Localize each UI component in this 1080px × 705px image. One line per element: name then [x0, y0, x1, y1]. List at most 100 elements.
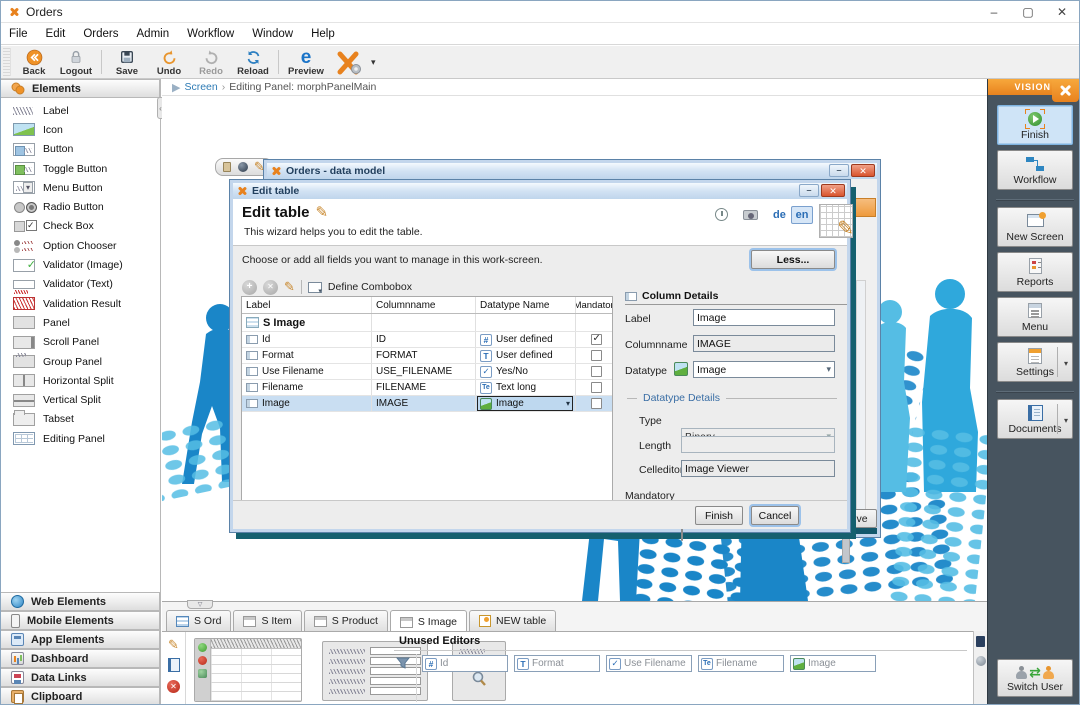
element-scroll-panel[interactable]: Scroll Panel: [1, 333, 160, 352]
editor-chip-use-filename[interactable]: ✓Use Filename: [606, 655, 692, 672]
sphere-icon[interactable]: [976, 656, 986, 666]
edit-pencil-icon[interactable]: ✎: [168, 640, 179, 650]
cancel-button[interactable]: Cancel: [751, 506, 799, 525]
menu-workflow[interactable]: Workflow: [187, 28, 234, 40]
element-validation-result[interactable]: Validation Result: [1, 294, 160, 313]
mandatory-checkbox[interactable]: [591, 366, 602, 377]
trash-icon[interactable]: [223, 162, 231, 172]
menu-file[interactable]: File: [9, 28, 28, 40]
minimize-button[interactable]: –: [829, 164, 849, 177]
minimize-button[interactable]: –: [977, 1, 1011, 23]
close-button[interactable]: ✕: [821, 184, 845, 197]
sphere-icon[interactable]: [238, 162, 248, 172]
element-panel[interactable]: Panel: [1, 313, 160, 332]
visionx-logo-tab[interactable]: [1052, 79, 1079, 102]
editor-chip-id[interactable]: #Id: [422, 655, 508, 672]
visionx-logo-button[interactable]: [329, 46, 369, 78]
element-check-box[interactable]: Check Box: [1, 217, 160, 236]
datatype-dropdown-editor[interactable]: Image ▾: [477, 396, 573, 411]
elements-panel-header[interactable]: Elements: [1, 79, 160, 98]
table-row[interactable]: Id ID #User defined: [242, 332, 612, 348]
element-menu-button[interactable]: Menu Button: [1, 178, 160, 197]
element-tabset[interactable]: Tabset: [1, 410, 160, 429]
settings-button[interactable]: Settings: [997, 342, 1073, 382]
table-widget-thumbnail[interactable]: [194, 638, 302, 702]
book-icon[interactable]: [976, 636, 985, 647]
menu-window[interactable]: Window: [252, 28, 293, 40]
datatype-select[interactable]: Image: [693, 361, 835, 378]
minimize-button[interactable]: –: [799, 184, 819, 197]
partially-hidden-button[interactable]: ve: [847, 509, 877, 528]
save-button[interactable]: Save: [106, 46, 148, 78]
remove-row-button[interactable]: ✕: [263, 280, 278, 295]
menu-edit[interactable]: Edit: [46, 28, 66, 40]
element-horizontal-split[interactable]: Horizontal Split: [1, 371, 160, 390]
element-vertical-split[interactable]: Vertical Split: [1, 390, 160, 409]
mandatory-checkbox[interactable]: [591, 334, 602, 345]
element-radio-button[interactable]: Radio Button: [1, 197, 160, 216]
tab-new-table[interactable]: NEW table: [469, 610, 556, 631]
mandatory-checkbox[interactable]: [591, 350, 602, 361]
accordion-web-elements[interactable]: Web Elements: [1, 592, 160, 611]
back-button[interactable]: Back: [13, 46, 55, 78]
editor-chip-image[interactable]: Image: [790, 655, 876, 672]
mandatory-checkbox[interactable]: [591, 382, 602, 393]
table-row[interactable]: Format FORMAT TUser defined: [242, 348, 612, 364]
edit-row-icon[interactable]: ✎: [284, 282, 295, 292]
scrollbar-track[interactable]: [856, 280, 866, 530]
data-model-titlebar[interactable]: Orders - data model – ✕: [267, 163, 877, 179]
element-option-chooser[interactable]: Option Chooser: [1, 236, 160, 255]
filter-funnel-icon[interactable]: [396, 656, 410, 670]
panel-collapse-handle[interactable]: ▽: [187, 600, 213, 609]
logout-button[interactable]: Logout: [55, 46, 97, 78]
breadcrumb-screen-link[interactable]: Screen: [184, 81, 217, 93]
maximize-button[interactable]: ▢: [1011, 1, 1045, 23]
workflow-button[interactable]: Workflow: [997, 150, 1073, 190]
new-screen-button[interactable]: New Screen: [997, 207, 1073, 247]
menu-admin[interactable]: Admin: [137, 28, 170, 40]
accordion-clipboard[interactable]: Clipboard: [1, 687, 160, 705]
preview-button[interactable]: e Preview: [283, 46, 329, 78]
history-icon[interactable]: [715, 208, 728, 221]
accordion-data-links[interactable]: Data Links: [1, 668, 160, 687]
editor-chip-filename[interactable]: TeFilename: [698, 655, 784, 672]
tab-s-item[interactable]: S Item: [233, 610, 301, 631]
menu-orders[interactable]: Orders: [83, 28, 118, 40]
less-button[interactable]: Less...: [751, 250, 835, 269]
undo-button[interactable]: Undo: [148, 46, 190, 78]
language-en-button[interactable]: en: [791, 206, 813, 224]
reports-button[interactable]: Reports: [997, 252, 1073, 292]
tab-s-ord[interactable]: S Ord: [166, 610, 231, 631]
element-label[interactable]: Label: [1, 101, 160, 120]
element-icon[interactable]: Icon: [1, 120, 160, 139]
close-button[interactable]: ✕: [1045, 1, 1079, 23]
camera-icon[interactable]: [743, 210, 758, 220]
tab-s-image-active[interactable]: S Image: [390, 610, 467, 633]
finish-button[interactable]: Finish: [997, 105, 1073, 145]
element-editing-panel[interactable]: Editing Panel: [1, 429, 160, 448]
define-combobox-button[interactable]: Define Combobox: [328, 281, 412, 293]
close-button[interactable]: ✕: [851, 164, 875, 177]
toolbar-dropdown-caret[interactable]: ▾: [371, 57, 376, 68]
switch-user-button[interactable]: ⇄ Switch User: [997, 659, 1073, 697]
editor-chip-format[interactable]: TFormat: [514, 655, 600, 672]
table-row[interactable]: Use Filename USE_FILENAME ✓Yes/No: [242, 364, 612, 380]
element-validator-image[interactable]: Validator (Image): [1, 255, 160, 274]
column-details-header[interactable]: Column Details: [625, 290, 847, 305]
notebook-icon[interactable]: [168, 658, 180, 672]
finish-button[interactable]: Finish: [695, 506, 743, 525]
element-validator-text[interactable]: Validator (Text): [1, 275, 160, 294]
documents-button[interactable]: Documents: [997, 399, 1073, 439]
label-input[interactable]: [693, 309, 835, 326]
element-button[interactable]: Button: [1, 140, 160, 159]
reload-button[interactable]: Reload: [232, 46, 274, 78]
table-row[interactable]: Filename FILENAME TeText long: [242, 380, 612, 396]
dialog-titlebar[interactable]: Edit table – ✕: [233, 183, 847, 199]
menu-button[interactable]: Menu: [997, 297, 1073, 337]
accordion-app-elements[interactable]: App Elements: [1, 630, 160, 649]
datatype-details-section[interactable]: Datatype Details: [627, 392, 837, 404]
language-de-link[interactable]: de: [773, 209, 786, 221]
menu-help[interactable]: Help: [311, 28, 335, 40]
table-row-selected[interactable]: Image IMAGE Image ▾: [242, 396, 612, 412]
mandatory-checkbox[interactable]: [591, 398, 602, 409]
